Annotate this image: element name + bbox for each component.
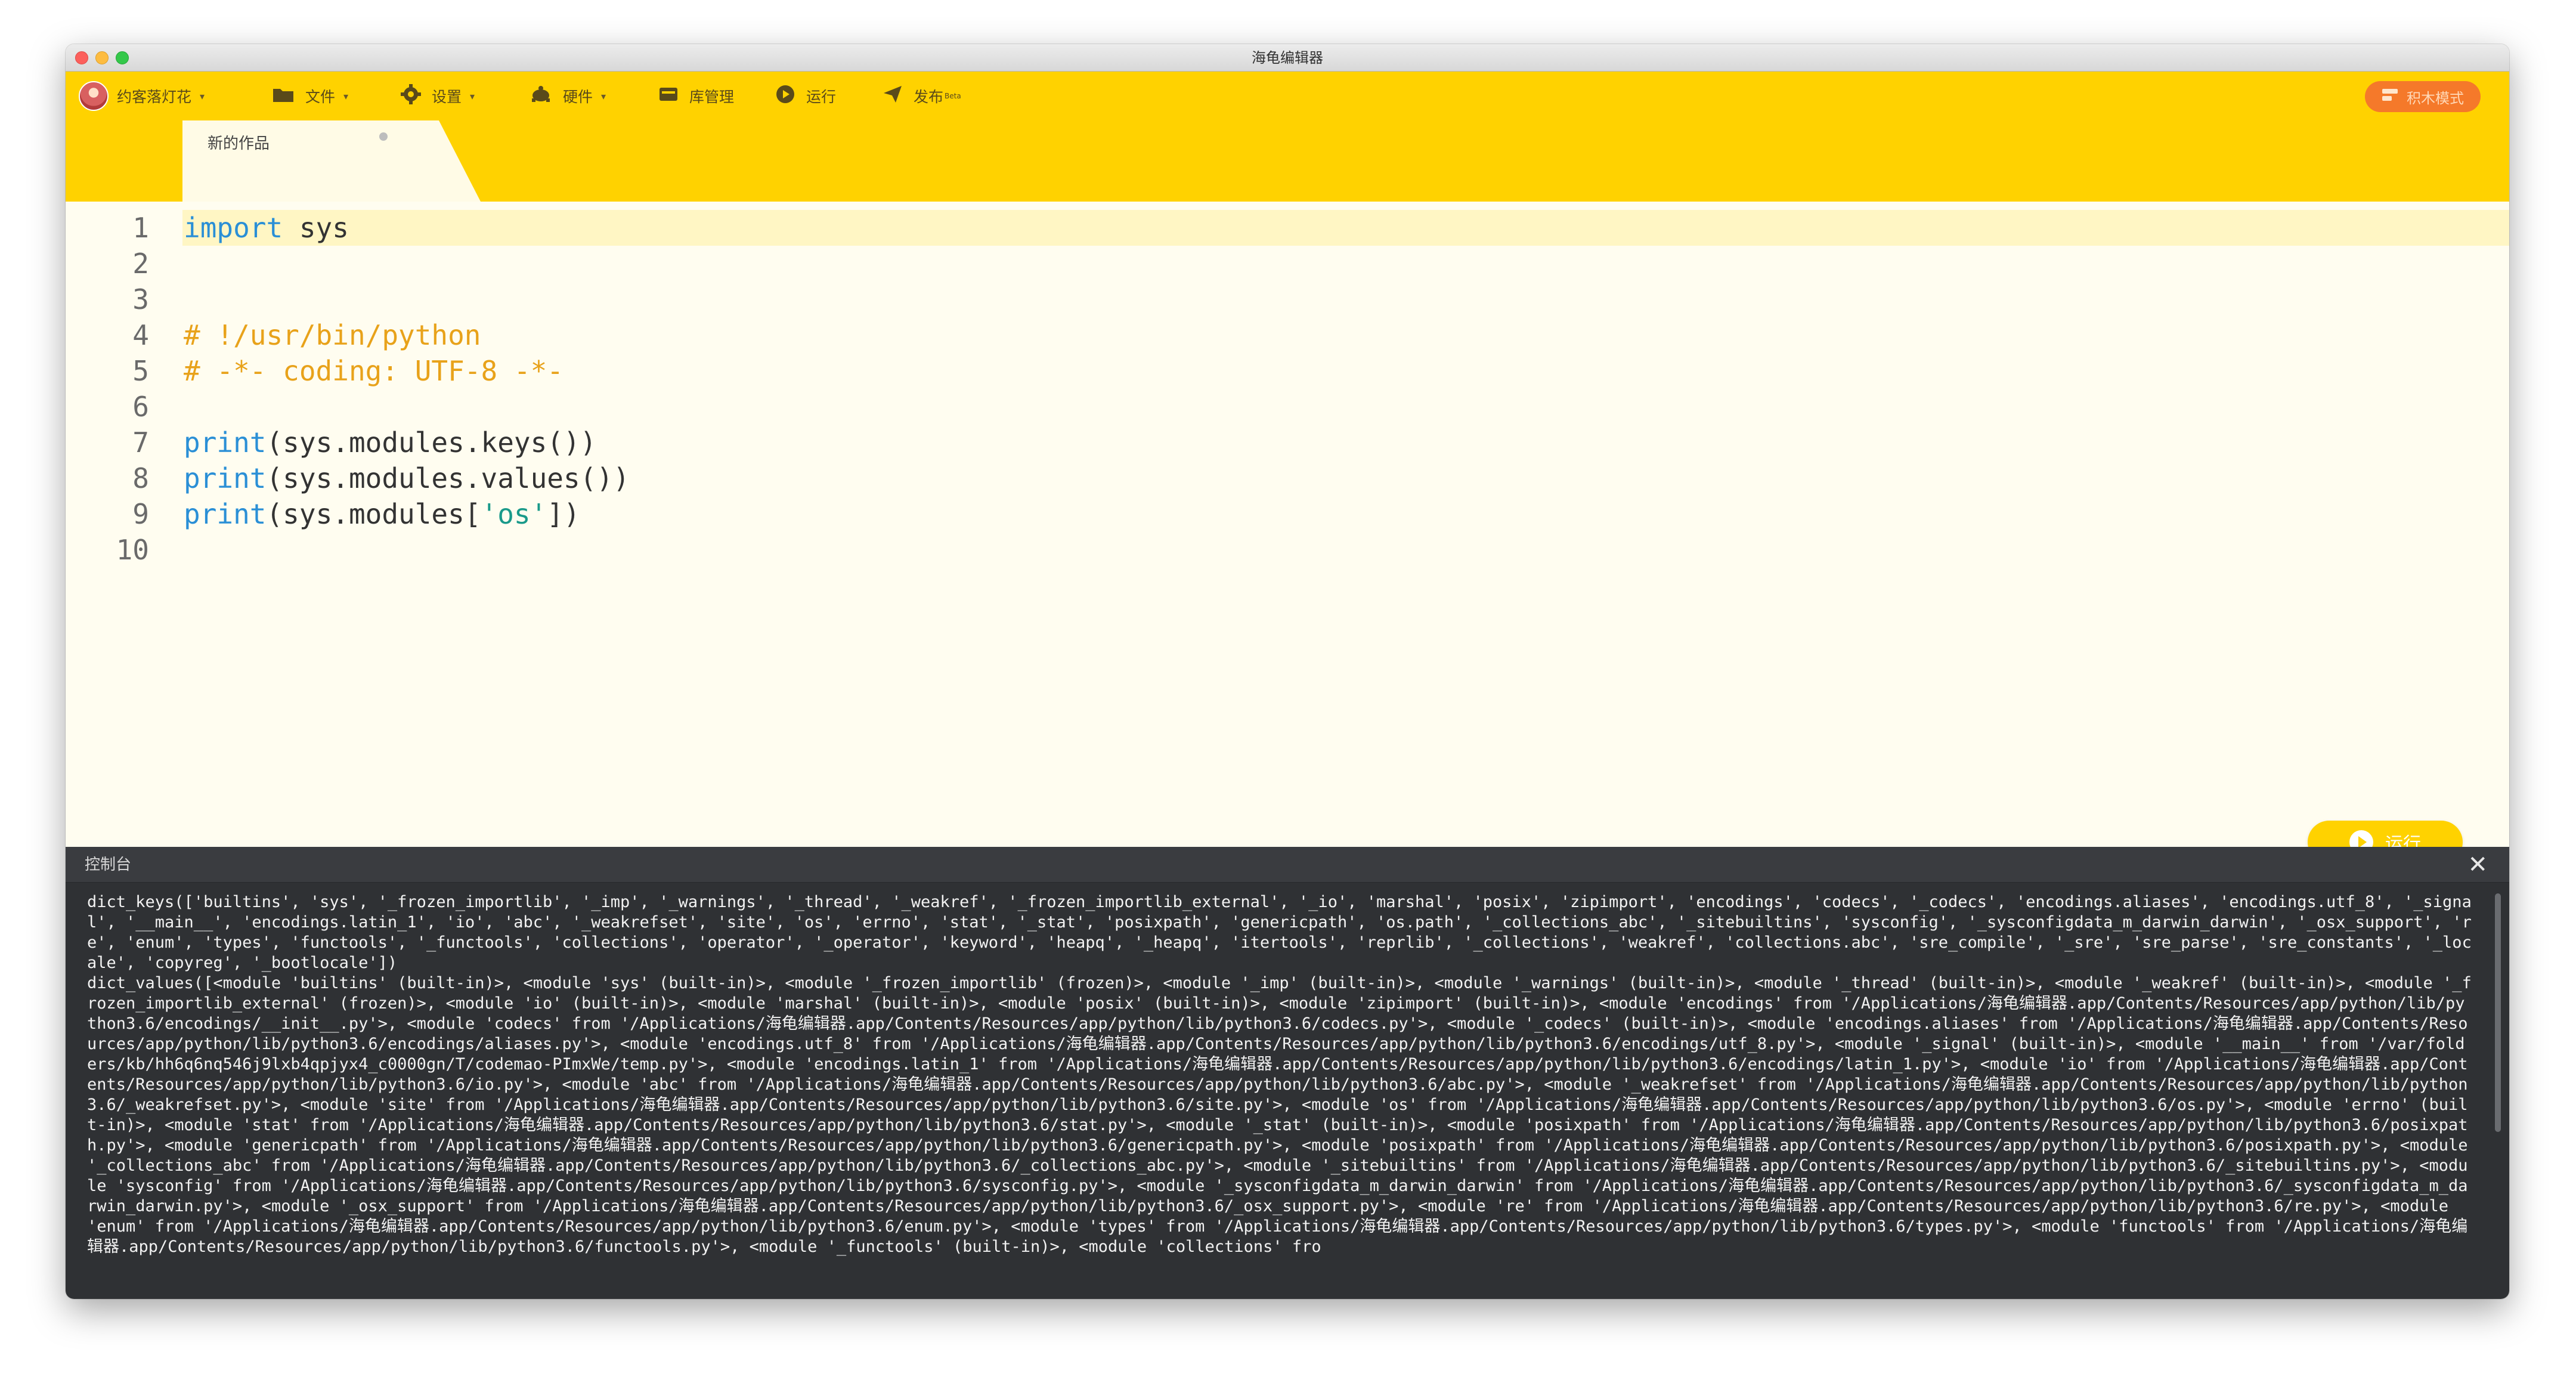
line-number: 4 (132, 319, 149, 351)
code-token: (sys.modules.values()) (266, 462, 630, 494)
code-token: sys (283, 212, 349, 244)
gear-icon (401, 84, 421, 108)
line-number-gutter: 1 2 3 4 5 6 7 8 9 10 (66, 202, 179, 893)
console-header: 控制台 ✕ (66, 847, 2509, 883)
settings-menu[interactable]: 设置 ▾ (401, 72, 475, 120)
code-line[interactable]: print(sys.modules.keys()) (182, 425, 2509, 460)
turtle-icon (530, 85, 552, 107)
library-manager-label: 库管理 (689, 88, 735, 106)
console-scrollbar[interactable] (2495, 893, 2501, 1132)
line-number: 3 (132, 283, 149, 315)
line-number: 5 (132, 355, 149, 387)
avatar (79, 81, 109, 111)
code-token: ]) (547, 498, 580, 530)
chevron-down-icon: ▾ (200, 90, 205, 102)
code-line[interactable] (182, 389, 2509, 425)
package-icon (658, 85, 679, 107)
console-title: 控制台 (85, 856, 132, 874)
blocks-icon (2382, 88, 2398, 106)
block-mode-button[interactable]: 积木模式 (2365, 81, 2481, 112)
hardware-menu-label: 硬件 (563, 88, 593, 106)
code-token: import (184, 212, 283, 244)
code-line[interactable] (182, 532, 2509, 568)
chevron-down-icon: ▾ (343, 90, 349, 102)
code-token: 'os' (481, 498, 547, 530)
close-icon[interactable]: ✕ (2467, 847, 2488, 883)
paper-plane-icon (883, 85, 903, 107)
chevron-down-icon: ▾ (601, 90, 606, 102)
code-token: # !/usr/bin/python (184, 319, 481, 351)
line-number: 2 (132, 248, 149, 280)
publish-label: 发布 (914, 88, 944, 106)
hardware-menu[interactable]: 硬件 ▾ (530, 72, 606, 120)
code-line[interactable] (182, 246, 2509, 281)
console-output[interactable]: dict_keys(['builtins', 'sys', '_frozen_i… (87, 892, 2472, 1288)
code-editor[interactable]: 1 2 3 4 5 6 7 8 9 10 import sys # !/usr/bin/python… (66, 202, 2509, 893)
run-menu-label: 运行 (806, 88, 837, 106)
console-panel: 控制台 ✕ dict_keys(['builtins', 'sys', '_fr… (66, 847, 2509, 1299)
code-area[interactable]: import sys # !/usr/bin/python # -*- coding… (182, 202, 2509, 893)
code-line[interactable]: # -*- coding: UTF-8 -*- (182, 353, 2509, 389)
console-output-line: dict_values([<module 'builtins' (built-i… (87, 974, 2472, 1256)
code-line[interactable]: print(sys.modules.values()) (182, 460, 2509, 496)
library-manager-button[interactable]: 库管理 (658, 72, 734, 120)
line-number: 8 (132, 462, 149, 494)
tab-strip: 新的作品 (66, 120, 2509, 202)
line-number: 9 (132, 498, 149, 530)
user-menu[interactable]: 约客落灯花 ▾ (79, 72, 205, 120)
line-number: 10 (116, 534, 149, 566)
code-line[interactable]: import sys (182, 210, 2509, 246)
unsaved-indicator (379, 132, 388, 141)
code-token: (sys.modules[ (266, 498, 481, 530)
block-mode-label: 积木模式 (2407, 89, 2464, 107)
window-title: 海龟编辑器 (1252, 50, 1323, 66)
beta-badge: Beta (945, 92, 961, 100)
file-menu[interactable]: 文件 ▾ (272, 72, 348, 120)
file-menu-label: 文件 (305, 88, 336, 106)
tab-label: 新的作品 (208, 135, 270, 153)
line-number: 7 (132, 426, 149, 459)
tab-new-work[interactable]: 新的作品 (182, 120, 481, 202)
title-bar: 海龟编辑器 (66, 44, 2509, 72)
line-number: 1 (132, 212, 149, 244)
code-line[interactable] (182, 281, 2509, 317)
play-icon (775, 84, 795, 108)
code-token: # -*- coding: UTF-8 -*- (184, 355, 564, 387)
code-token: print (184, 426, 267, 459)
run-menu-button[interactable]: 运行 (775, 72, 836, 120)
line-number: 6 (132, 391, 149, 423)
app-window: 海龟编辑器 约客落灯花 ▾ 文件 ▾ 设置 ▾ 硬件 ▾ 库管理 运行 发布 B… (66, 44, 2509, 1299)
code-token: print (184, 498, 267, 530)
console-output-line: dict_keys(['builtins', 'sys', '_frozen_i… (87, 893, 2472, 972)
folder-icon (272, 85, 295, 107)
publish-button[interactable]: 发布 Beta (883, 72, 961, 120)
settings-menu-label: 设置 (432, 88, 462, 106)
code-line[interactable]: # !/usr/bin/python (182, 317, 2509, 353)
code-line[interactable]: print(sys.modules['os']) (182, 496, 2509, 532)
chevron-down-icon: ▾ (470, 90, 475, 102)
code-token: (sys.modules.keys()) (266, 426, 597, 459)
main-toolbar: 约客落灯花 ▾ 文件 ▾ 设置 ▾ 硬件 ▾ 库管理 运行 发布 Beta 积木… (66, 72, 2509, 120)
code-token: print (184, 462, 267, 494)
user-name: 约客落灯花 (117, 88, 192, 106)
